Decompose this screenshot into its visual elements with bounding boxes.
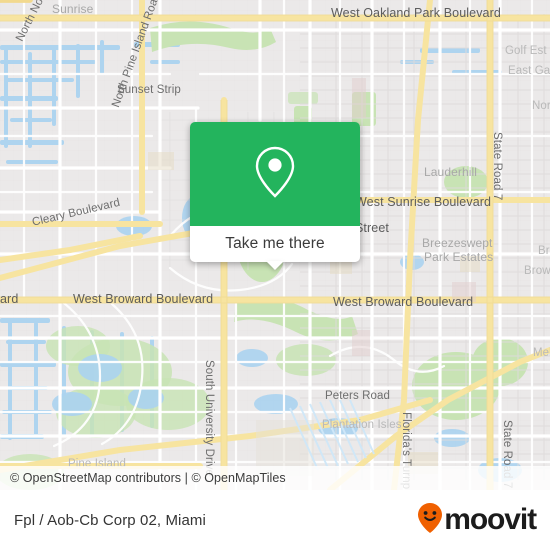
location-popup[interactable]: Take me there: [190, 122, 360, 270]
page-title: Fpl / Aob-Cb Corp 02, Miami: [14, 511, 206, 529]
popup-tail-arrow: [266, 261, 284, 270]
attribution-text[interactable]: © OpenStreetMap contributors | © OpenMap…: [0, 471, 286, 485]
moovit-smiley-pin-icon: [417, 502, 443, 539]
footer-bar: Fpl / Aob-Cb Corp 02, Miami moovit: [0, 490, 550, 550]
map-canvas[interactable]: SunriseWest Oakland Park BoulevardNorth …: [0, 0, 550, 490]
map-page: SunriseWest Oakland Park BoulevardNorth …: [0, 0, 550, 550]
moovit-wordmark: moovit: [444, 503, 537, 536]
popup-image-area: [190, 122, 360, 226]
map-attribution-bar: © OpenStreetMap contributors | © OpenMap…: [0, 466, 550, 490]
map-pin-icon: [252, 144, 298, 205]
take-me-there-label: Take me there: [225, 235, 325, 252]
popup-cta-bar[interactable]: Take me there: [190, 226, 360, 262]
moovit-logo[interactable]: moovit: [417, 502, 550, 539]
